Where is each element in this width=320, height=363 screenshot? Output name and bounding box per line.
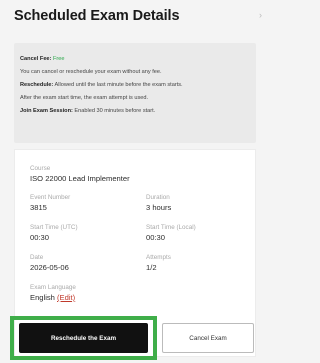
course-value: ISO 22000 Lead Implementer (30, 174, 130, 183)
duration-label: Duration (146, 194, 170, 201)
cancel-fee-line: Cancel Fee: Free (20, 56, 64, 62)
join-label: Join Exam Session: (20, 108, 73, 114)
modal-title: Scheduled Exam Details (14, 8, 180, 24)
date-label: Date (30, 254, 44, 261)
cancel-fee-label: Cancel Fee: (20, 56, 52, 62)
attempts-value: 1/2 (146, 263, 157, 272)
course-label: Course (30, 165, 51, 172)
language-text: English (30, 293, 55, 302)
modal-header: Scheduled Exam Details › (0, 0, 270, 34)
start-time-utc-value: 00:30 (30, 233, 50, 242)
attempt-used-line: After the exam start time, the exam atte… (20, 95, 149, 101)
start-time-utc-label: Start Time (UTC) (30, 224, 78, 231)
close-icon[interactable]: › (259, 10, 262, 20)
exam-language-label: Exam Language (30, 284, 76, 291)
start-time-local-label: Start Time (Local) (146, 224, 196, 231)
event-number-value: 3815 (30, 203, 47, 212)
duration-value: 3 hours (146, 203, 172, 212)
reschedule-line: Reschedule: Allowed until the last minut… (20, 82, 183, 88)
start-time-local-value: 00:30 (146, 233, 166, 242)
join-session-line: Join Exam Session: Enabled 30 minutes be… (20, 108, 155, 114)
cancel-policy-line: You can cancel or reschedule your exam w… (20, 69, 162, 75)
date-value: 2026-05-06 (30, 263, 69, 272)
cancel-fee-value: Free (52, 56, 65, 62)
exam-language-value: English (Edit) (30, 293, 75, 302)
edit-language-link[interactable]: (Edit) (57, 293, 75, 302)
attempts-label: Attempts (146, 254, 171, 261)
event-number-label: Event Number (30, 194, 71, 201)
reschedule-exam-button[interactable]: Reschedule the Exam (19, 323, 148, 353)
reschedule-label: Reschedule: (20, 82, 54, 88)
reschedule-text: Allowed until the last minute before the… (54, 82, 183, 88)
join-text: Enabled 30 minutes before start. (74, 108, 156, 114)
cancel-exam-button[interactable]: Cancel Exam (162, 323, 254, 353)
